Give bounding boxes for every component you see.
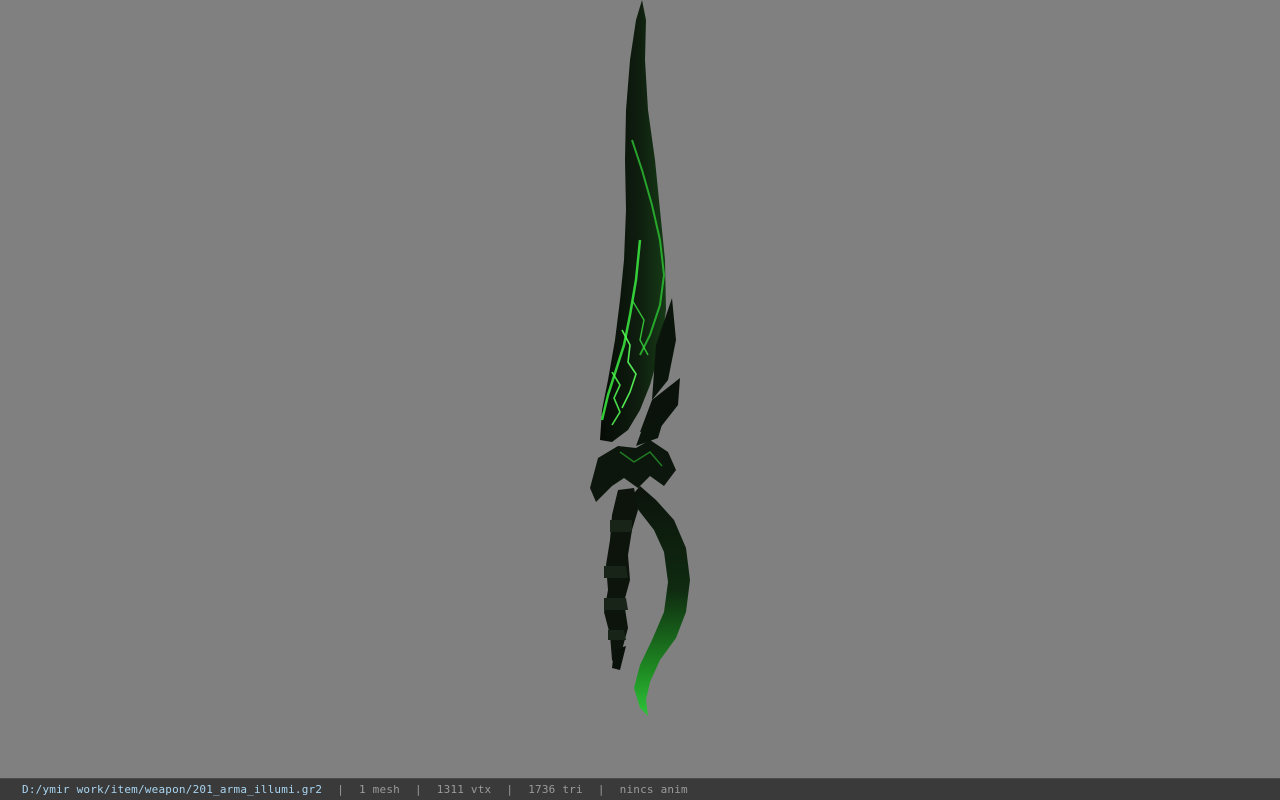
hilt-ring [604, 598, 628, 610]
hilt-ring [608, 630, 626, 640]
status-separator: | [506, 783, 514, 796]
status-bar: D:/ymir work/item/weapon/201_arma_illumi… [0, 778, 1280, 800]
status-separator: | [414, 783, 422, 796]
mesh-count-label: 1 mesh [359, 783, 400, 796]
vertex-count-label: 1311 vtx [436, 783, 492, 796]
file-path-label: D:/ymir work/item/weapon/201_arma_illumi… [22, 783, 323, 796]
hilt-ring [610, 520, 632, 532]
status-separator: | [597, 783, 605, 796]
weapon-model [590, 0, 690, 716]
animation-status-label: nincs anim [619, 783, 688, 796]
triangle-count-label: 1736 tri [528, 783, 583, 796]
3d-viewport[interactable] [0, 0, 1280, 778]
hilt-ring [604, 566, 628, 578]
tail-blade [630, 486, 690, 716]
status-separator: | [337, 783, 345, 796]
